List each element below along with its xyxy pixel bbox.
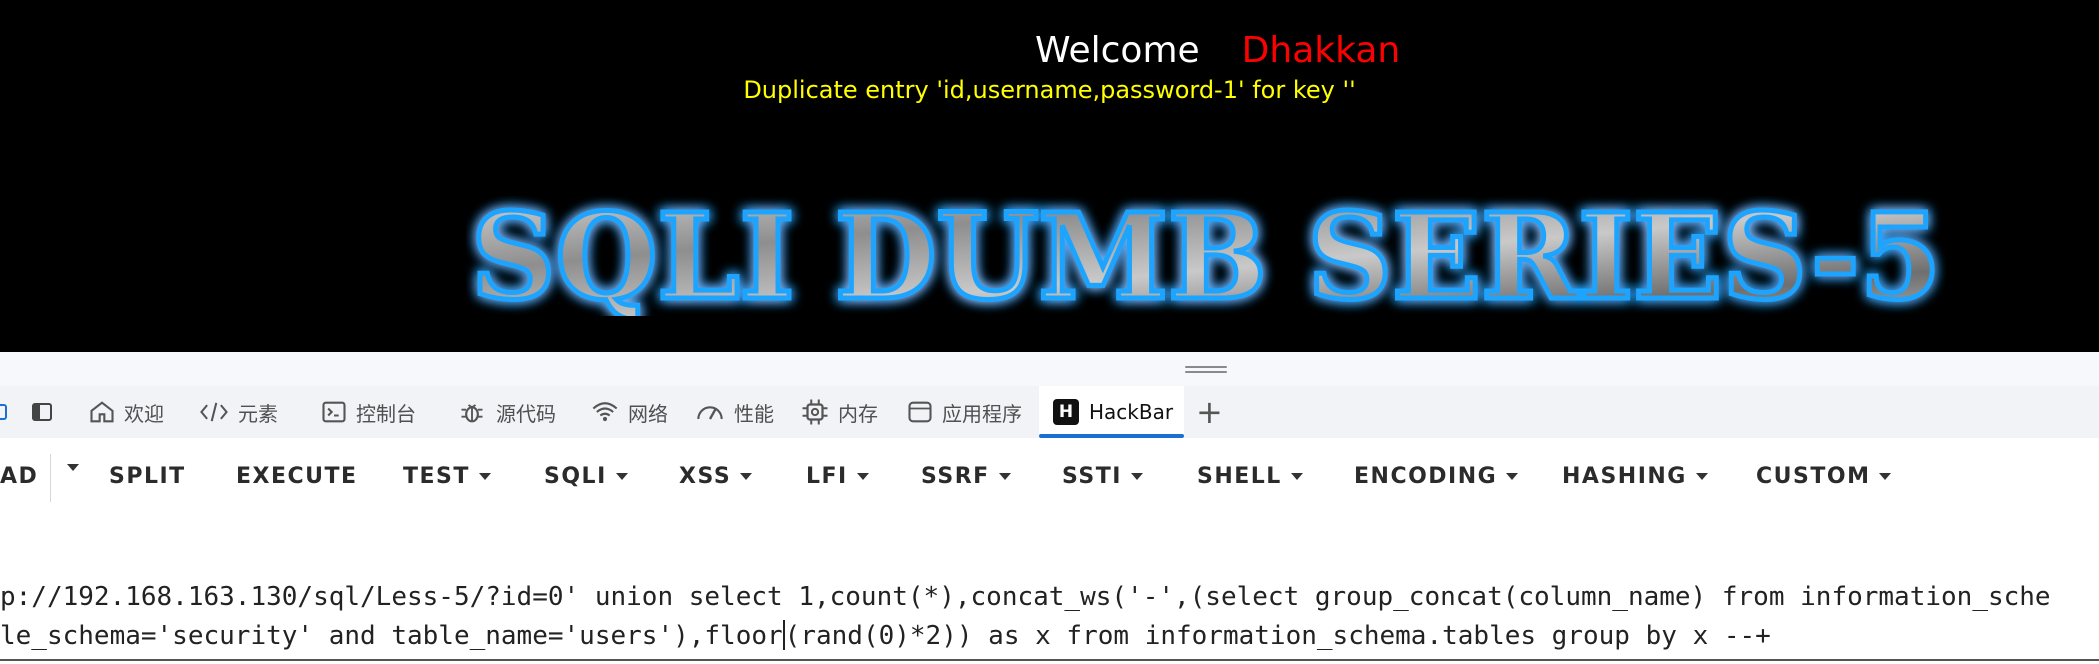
tab-performance[interactable]: 性能 <box>694 386 774 438</box>
welcome-text: Welcome <box>1035 30 1200 71</box>
username-text: Dhakkan <box>1241 30 1401 71</box>
new-tab-button[interactable]: + <box>1196 386 1223 438</box>
chevron-down-icon <box>1695 473 1708 480</box>
sidebar-icon <box>32 403 52 421</box>
welcome-line: Welcome Dhakkan <box>1035 30 1400 71</box>
ssti-menu-button[interactable]: SSTI <box>1062 464 1143 489</box>
console-icon <box>322 401 346 423</box>
custom-menu-button[interactable]: CUSTOM <box>1756 464 1892 489</box>
chevron-down-icon <box>67 464 79 471</box>
chevron-down-icon <box>856 473 869 480</box>
chevron-down-icon <box>998 473 1011 480</box>
bug-icon <box>461 404 483 423</box>
chevron-down-icon <box>1290 473 1303 480</box>
chevron-down-icon <box>1879 473 1892 480</box>
chevron-down-icon <box>478 473 491 480</box>
chevron-down-icon <box>740 473 753 480</box>
execute-button[interactable]: EXECUTE <box>236 464 358 489</box>
sqli-menu-button[interactable]: SQLI <box>544 464 628 489</box>
hackbar-toolbar: AD SPLIT EXECUTE TEST SQLI XSS LFI SSRF … <box>0 438 2099 518</box>
url-textarea[interactable]: p://192.168.163.130/sql/Less-5/?id=0' un… <box>0 518 2099 664</box>
xss-menu-button[interactable]: XSS <box>679 464 753 489</box>
url-line-2: le_schema='security' and table_name='use… <box>0 620 1771 651</box>
hashing-menu-button[interactable]: HASHING <box>1562 464 1708 489</box>
tab-application[interactable]: 应用程序 <box>906 386 1022 438</box>
tab-network[interactable]: 网络 <box>590 386 668 438</box>
tab-elements[interactable]: 元素 <box>198 386 278 438</box>
url-line-1: p://192.168.163.130/sql/Less-5/?id=0' un… <box>0 582 2051 612</box>
code-icon <box>200 402 228 422</box>
chevron-down-icon <box>615 473 628 480</box>
hackbar-logo-icon: H <box>1053 399 1079 425</box>
window-icon <box>908 401 932 423</box>
tab-sources[interactable]: 源代码 <box>456 386 556 438</box>
chip-icon <box>802 399 828 425</box>
load-button[interactable]: AD <box>0 464 38 489</box>
shell-menu-button[interactable]: SHELL <box>1197 464 1303 489</box>
tab-memory[interactable]: 内存 <box>800 386 878 438</box>
device-toolbar-toggle[interactable] <box>0 386 16 438</box>
tab-welcome[interactable]: 欢迎 <box>88 386 164 438</box>
banner-text: SQLI DUMB SERIES-5 <box>471 196 1941 316</box>
home-icon <box>90 401 114 423</box>
tab-hackbar[interactable]: H HackBar <box>1039 386 1184 438</box>
load-menu-toggle[interactable] <box>58 464 79 471</box>
plus-icon: + <box>1196 393 1223 431</box>
devtools-resize-handle[interactable] <box>0 352 2099 386</box>
wifi-icon <box>592 402 618 422</box>
devtools-tabbar: 欢迎 元素 控制台 源代码 网络 性能 内存 应用程序 H HackBar + <box>0 386 2099 439</box>
device-icon <box>0 404 7 420</box>
sqli-banner-image: SQLI DUMB SERIES-5 <box>469 196 1944 316</box>
gauge-icon <box>697 406 723 420</box>
split-button[interactable]: SPLIT <box>109 464 186 489</box>
ssrf-menu-button[interactable]: SSRF <box>921 464 1011 489</box>
chevron-down-icon <box>1130 473 1143 480</box>
textarea-border <box>0 659 2099 661</box>
sql-error-message: Duplicate entry 'id,username,password-1'… <box>743 76 1356 104</box>
tab-console[interactable]: 控制台 <box>320 386 416 438</box>
grip-icon <box>1185 366 1227 374</box>
web-page: Welcome Dhakkan Duplicate entry 'id,usern… <box>0 0 2099 352</box>
chevron-down-icon <box>1506 473 1519 480</box>
toolbar-divider <box>50 454 51 502</box>
encoding-menu-button[interactable]: ENCODING <box>1354 464 1519 489</box>
test-menu-button[interactable]: TEST <box>403 464 491 489</box>
lfi-menu-button[interactable]: LFI <box>806 464 869 489</box>
sidebar-toggle[interactable] <box>30 386 62 438</box>
